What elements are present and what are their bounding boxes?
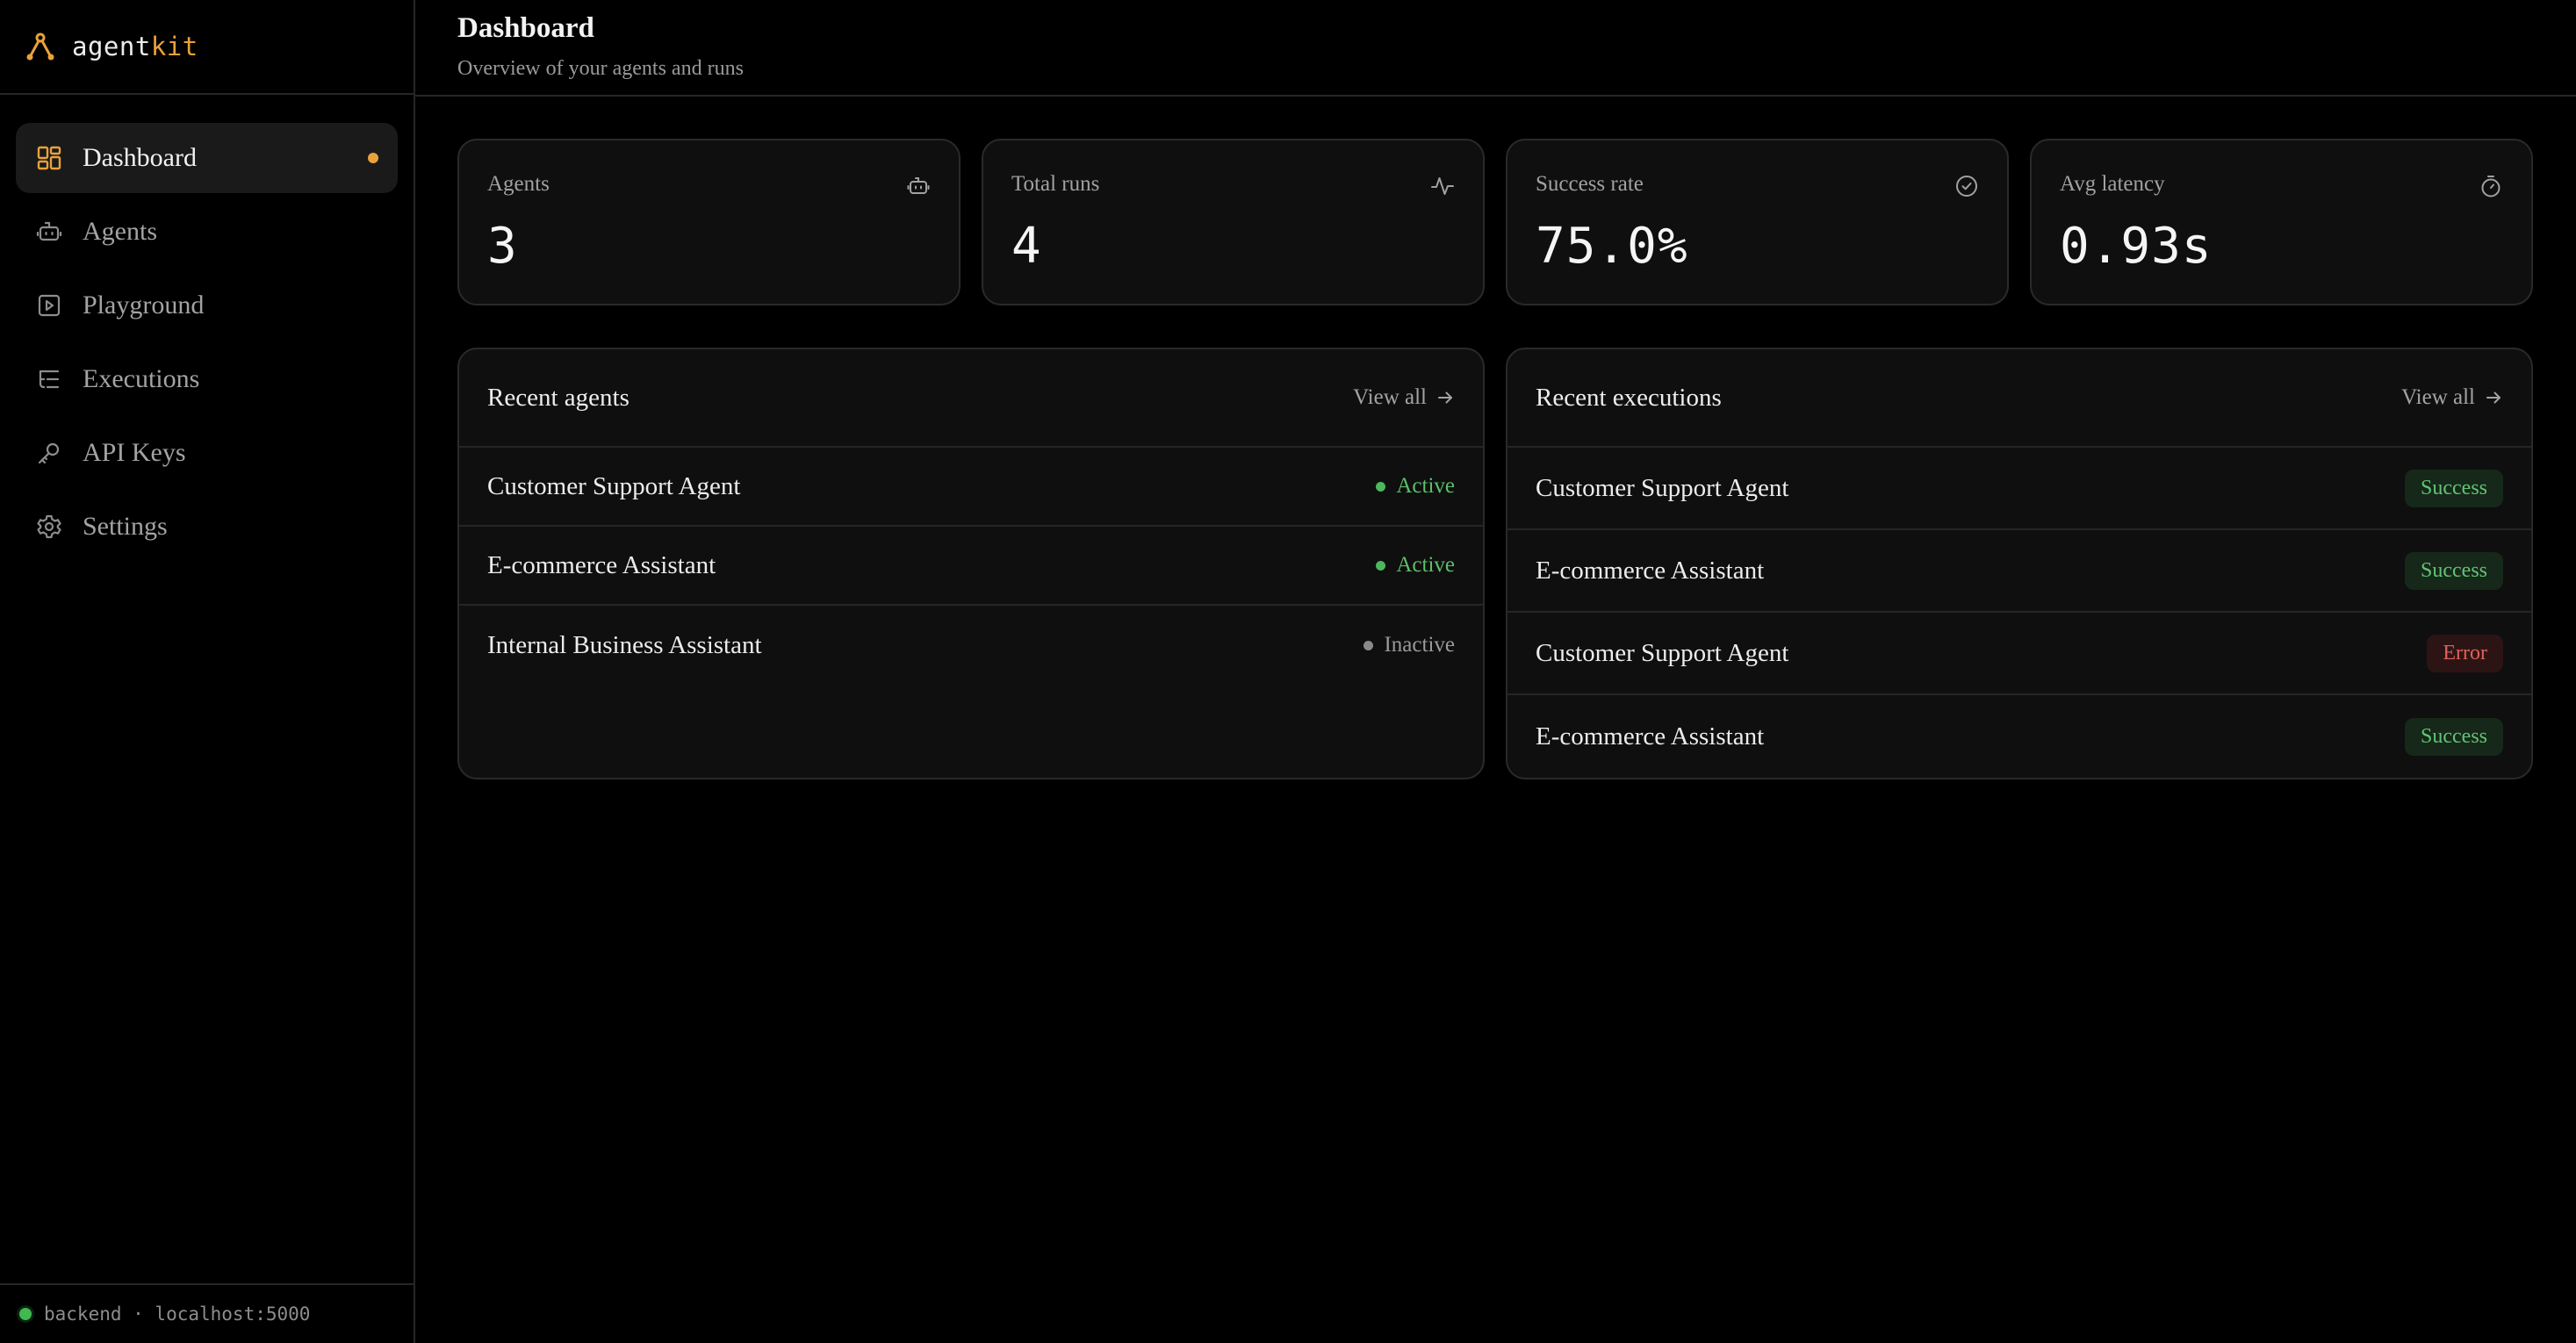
sidebar-item-label: Agents (83, 217, 157, 246)
timer-icon (2479, 174, 2503, 198)
table-row[interactable]: Customer Support Agent Success (1507, 448, 2531, 530)
stat-label: Avg latency (2060, 172, 2165, 196)
stat-cards: Agents 3 Total runs 4 Success rate 75.0%… (457, 139, 2534, 305)
status-badge: Inactive (1364, 633, 1455, 657)
active-indicator-dot (368, 153, 378, 163)
brand-name-part-b: kit (150, 32, 198, 61)
sidebar-item-label: Settings (83, 512, 168, 541)
status-badge: Error (2427, 634, 2503, 672)
panel-title: Recent agents (487, 383, 630, 412)
execution-agent-name: E-commerce Assistant (1536, 722, 1765, 750)
backend-status-text: backend · localhost:5000 (44, 1304, 311, 1325)
sidebar-nav: Dashboard Agents Playground Executions A… (0, 95, 414, 562)
agent-name: Customer Support Agent (487, 471, 741, 500)
panel-header: Recent executions View all (1507, 349, 2531, 448)
panel-title: Recent executions (1536, 383, 1722, 412)
stat-value: 4 (1011, 218, 1042, 275)
status-badge: Active (1376, 474, 1455, 499)
dashboard-icon (35, 144, 63, 172)
status-badge: Success (2405, 469, 2503, 507)
activity-icon (1430, 174, 1455, 198)
main-content: Dashboard Overview of your agents and ru… (415, 0, 2576, 1343)
execution-agent-name: Customer Support Agent (1536, 638, 1789, 667)
status-badge: Success (2405, 551, 2503, 590)
agent-name: E-commerce Assistant (487, 550, 716, 579)
stat-card-success-rate: Success rate 75.0% (1506, 139, 2009, 305)
check-circle-icon (1954, 174, 1979, 198)
table-row[interactable]: Customer Support Agent Active (459, 448, 1483, 527)
status-label: Active (1396, 553, 1455, 577)
list-tree-icon (35, 365, 63, 393)
dashboard-content: Agents 3 Total runs 4 Success rate 75.0%… (415, 97, 2576, 779)
recent-panels: Recent agents View all Customer Support … (457, 348, 2534, 779)
backend-status: backend · localhost:5000 (0, 1283, 414, 1343)
view-all-label: View all (2401, 385, 2475, 409)
table-row[interactable]: Internal Business Assistant Inactive (459, 606, 1483, 685)
play-square-icon (35, 291, 63, 320)
page-subtitle: Overview of your agents and runs (457, 57, 744, 80)
sidebar-item-agents[interactable]: Agents (16, 197, 398, 267)
stat-label: Agents (487, 172, 550, 196)
table-row[interactable]: E-commerce Assistant Success (1507, 530, 2531, 613)
stat-value: 3 (487, 218, 518, 275)
view-all-executions-link[interactable]: View all (2401, 385, 2503, 410)
brand-name: agentkit (72, 32, 198, 61)
stat-value: 0.93s (2060, 218, 2213, 275)
panel-header: Recent agents View all (459, 349, 1483, 448)
agentkit-logo-icon (25, 31, 56, 62)
table-row[interactable]: E-commerce Assistant Active (459, 527, 1483, 606)
sidebar-item-api-keys[interactable]: API Keys (16, 418, 398, 488)
status-dot (1376, 481, 1386, 492)
page-header: Dashboard Overview of your agents and ru… (415, 0, 2576, 97)
sidebar: agentkit Dashboard Agents Playground Exe… (0, 0, 415, 1343)
table-row[interactable]: E-commerce Assistant Success (1507, 695, 2531, 778)
app-root: agentkit Dashboard Agents Playground Exe… (0, 0, 2576, 1343)
stat-card-total-runs: Total runs 4 (982, 139, 1485, 305)
stat-card-agents: Agents 3 (457, 139, 961, 305)
stat-label: Total runs (1011, 172, 1100, 196)
sidebar-item-label: Playground (83, 291, 205, 320)
bot-icon (906, 174, 931, 198)
status-badge: Success (2405, 717, 2503, 756)
status-label: Active (1396, 474, 1455, 498)
stat-card-avg-latency: Avg latency 0.93s (2030, 139, 2533, 305)
sidebar-item-settings[interactable]: Settings (16, 492, 398, 562)
stat-value: 75.0% (1536, 218, 1688, 275)
gear-icon (35, 513, 63, 541)
key-icon (35, 439, 63, 467)
sidebar-item-dashboard[interactable]: Dashboard (16, 123, 398, 193)
execution-agent-name: E-commerce Assistant (1536, 556, 1765, 585)
stat-label: Success rate (1536, 172, 1644, 196)
bot-icon (35, 218, 63, 246)
arrow-right-icon (2486, 391, 2500, 404)
table-row[interactable]: Customer Support Agent Error (1507, 613, 2531, 695)
sidebar-item-label: Executions (83, 364, 200, 393)
sidebar-item-playground[interactable]: Playground (16, 270, 398, 341)
recent-executions-panel: Recent executions View all Customer Supp… (1506, 348, 2533, 779)
status-dot (1376, 560, 1386, 571)
arrow-right-icon (1438, 391, 1452, 404)
backend-status-dot (19, 1308, 32, 1320)
brand[interactable]: agentkit (0, 0, 414, 95)
execution-agent-name: Customer Support Agent (1536, 473, 1789, 502)
sidebar-item-label: Dashboard (83, 143, 197, 172)
status-badge: Active (1376, 553, 1455, 578)
recent-agents-panel: Recent agents View all Customer Support … (457, 348, 1485, 779)
status-dot (1364, 640, 1374, 650)
view-all-agents-link[interactable]: View all (1353, 385, 1455, 410)
agent-name: Internal Business Assistant (487, 630, 762, 659)
page-title: Dashboard (457, 12, 594, 44)
sidebar-item-executions[interactable]: Executions (16, 344, 398, 414)
sidebar-item-label: API Keys (83, 438, 186, 467)
status-label: Inactive (1384, 633, 1455, 657)
view-all-label: View all (1353, 385, 1427, 409)
brand-name-part-a: agent (72, 32, 151, 61)
